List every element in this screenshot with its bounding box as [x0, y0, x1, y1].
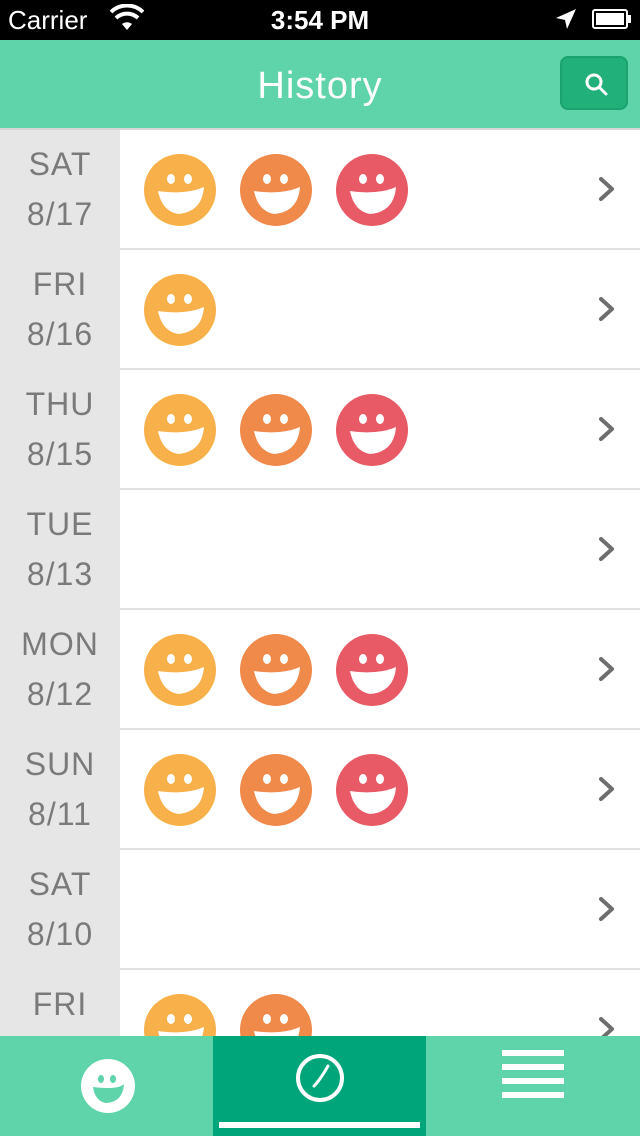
smiley-icon [81, 1059, 135, 1113]
smiley-red-icon [336, 154, 408, 226]
history-row[interactable]: SUN 8/11 [0, 730, 640, 850]
mood-entries [120, 610, 640, 730]
smiley-yellow-icon [144, 634, 216, 706]
day-of-week-label: FRI [32, 986, 88, 1022]
chevron-right-icon [598, 656, 616, 682]
mood-entries [120, 370, 640, 490]
mood-entries [120, 850, 640, 970]
day-of-week-label: SAT [28, 866, 92, 902]
date-label: 8/16 [26, 316, 94, 352]
day-of-week-label: SAT [28, 146, 92, 182]
smiley-red-icon [336, 754, 408, 826]
day-of-week-label: THU [25, 386, 95, 422]
date-label: 8/12 [26, 676, 94, 712]
tab-menu[interactable] [426, 1036, 640, 1136]
search-button[interactable] [560, 56, 628, 110]
date-cell: FRI [0, 970, 120, 1036]
date-cell: MON 8/12 [0, 610, 120, 730]
date-cell: SAT 8/10 [0, 850, 120, 970]
battery-icon [592, 9, 631, 29]
mood-entries [120, 730, 640, 850]
date-label: 8/17 [26, 196, 94, 232]
menu-icon [502, 1050, 564, 1098]
chevron-right-icon [598, 296, 616, 322]
active-tab-indicator [219, 1122, 420, 1128]
clock-time: 3:54 PM [270, 5, 370, 35]
smiley-yellow-icon [144, 754, 216, 826]
chevron-right-icon [598, 176, 616, 202]
page-title: History [257, 65, 383, 107]
history-row[interactable]: SAT 8/17 [0, 130, 640, 250]
clock-icon [296, 1054, 344, 1102]
chevron-right-icon [598, 416, 616, 442]
smiley-yellow-icon [144, 274, 216, 346]
day-of-week-label: SUN [24, 746, 96, 782]
day-of-week-label: MON [21, 626, 99, 662]
smiley-orange-icon [240, 154, 312, 226]
status-bar: Carrier 3:54 PM [0, 0, 640, 40]
date-label: 8/13 [26, 556, 94, 592]
smiley-yellow-icon [144, 394, 216, 466]
mood-entries [120, 250, 640, 370]
day-of-week-label: FRI [32, 266, 88, 302]
history-row[interactable]: SAT 8/10 [0, 850, 640, 970]
tab-bar [0, 1036, 640, 1136]
location-arrow-icon [556, 9, 576, 29]
history-row[interactable]: MON 8/12 [0, 610, 640, 730]
date-label: 8/11 [28, 796, 92, 832]
history-row[interactable]: TUE 8/13 [0, 490, 640, 610]
history-list: SAT 8/17 FRI 8/16 THU 8/15 TUE 8/13 MON 8/12 SUN 8/… [0, 130, 640, 1036]
date-cell: TUE 8/13 [0, 490, 120, 610]
date-cell: THU 8/15 [0, 370, 120, 490]
smiley-orange-icon [240, 394, 312, 466]
tab-mood[interactable] [0, 1036, 213, 1136]
date-label: 8/15 [26, 436, 94, 472]
chevron-right-icon [598, 896, 616, 922]
date-cell: FRI 8/16 [0, 250, 120, 370]
smiley-orange-icon [240, 634, 312, 706]
history-row[interactable]: FRI [0, 970, 640, 1036]
date-label: 8/10 [26, 916, 94, 952]
chevron-right-icon [598, 776, 616, 802]
search-icon [585, 73, 608, 96]
smiley-red-icon [336, 634, 408, 706]
mood-entries [120, 970, 640, 1036]
smiley-orange-icon [240, 754, 312, 826]
smiley-orange-icon [240, 994, 312, 1036]
tab-history[interactable] [213, 1036, 426, 1136]
history-row[interactable]: THU 8/15 [0, 370, 640, 490]
mood-entries [120, 490, 640, 610]
smiley-yellow-icon [144, 154, 216, 226]
history-row[interactable]: FRI 8/16 [0, 250, 640, 370]
day-of-week-label: TUE [26, 506, 94, 542]
chevron-right-icon [598, 1016, 616, 1036]
date-cell: SAT 8/17 [0, 130, 120, 250]
nav-bar: History [0, 40, 640, 130]
date-cell: SUN 8/11 [0, 730, 120, 850]
smiley-red-icon [336, 394, 408, 466]
chevron-right-icon [598, 536, 616, 562]
smiley-yellow-icon [144, 994, 216, 1036]
mood-entries [120, 130, 640, 250]
